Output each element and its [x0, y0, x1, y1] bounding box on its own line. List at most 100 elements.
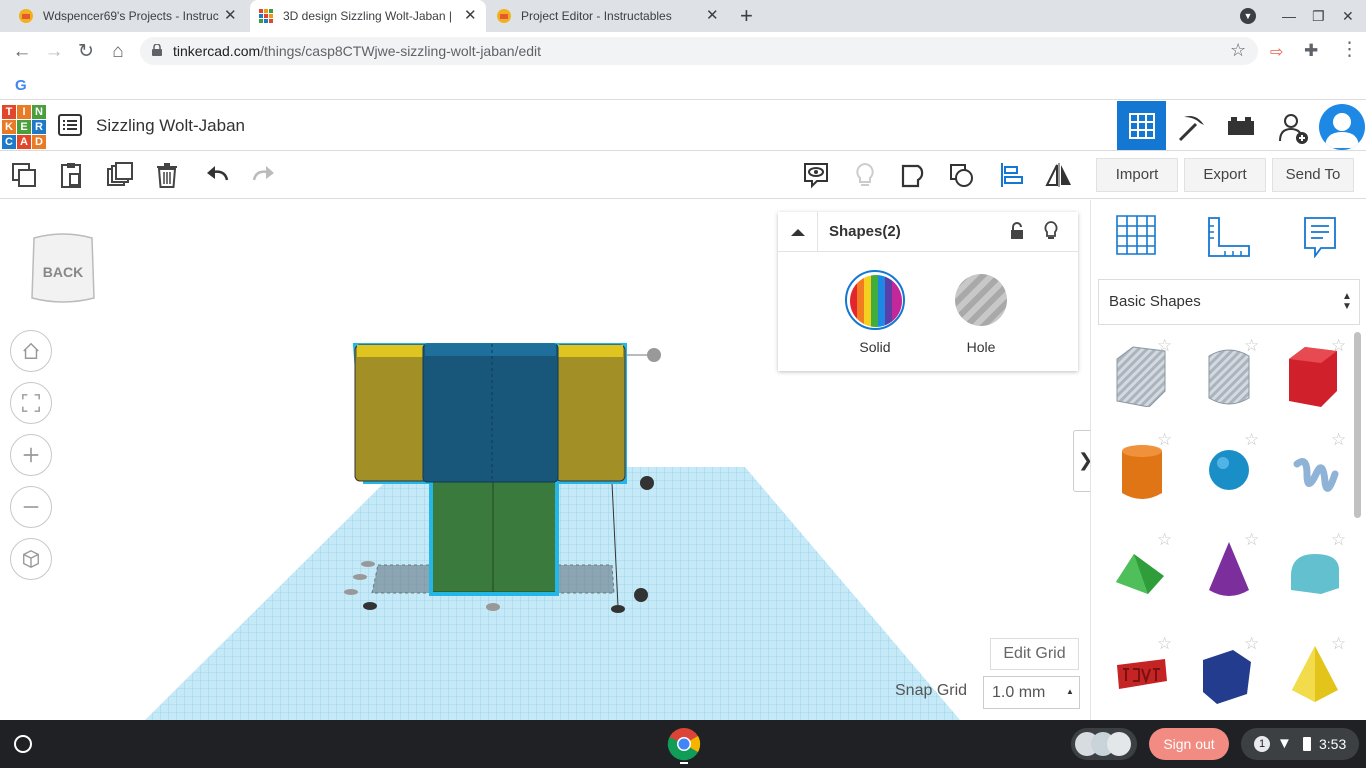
shape-item-text[interactable] — [1115, 657, 1169, 691]
close-tab-icon[interactable]: ✕ — [464, 0, 477, 32]
favorite-star-icon[interactable]: ☆ — [1244, 530, 1259, 550]
restore-icon[interactable]: ❐ — [1312, 8, 1325, 24]
height-handle[interactable] — [640, 476, 654, 490]
yellow-arm-left[interactable] — [354, 344, 434, 482]
shape-library-select[interactable]: Basic Shapes ▲ ▼ — [1098, 279, 1360, 325]
pickaxe-icon[interactable] — [1176, 111, 1208, 143]
view-3d-button[interactable] — [1117, 101, 1166, 150]
import-button[interactable]: Import — [1096, 158, 1178, 192]
export-button[interactable]: Export — [1184, 158, 1266, 192]
send-to-button[interactable]: Send To — [1272, 158, 1354, 192]
yellow-arm-right[interactable] — [555, 344, 626, 482]
ruler-icon[interactable] — [1207, 216, 1251, 258]
side-handle[interactable] — [361, 561, 375, 567]
notes-comment-icon[interactable] — [800, 159, 832, 191]
user-avatar[interactable] — [1319, 104, 1365, 150]
undo-icon[interactable] — [201, 159, 233, 191]
address-bar[interactable]: tinkercad.com/things/casp8CTWjwe-sizzlin… — [140, 37, 1258, 65]
menu-dots-icon[interactable]: ⋮ — [1340, 38, 1359, 61]
home-icon[interactable]: ⌂ — [107, 41, 129, 63]
new-tab-button[interactable]: + — [740, 4, 753, 28]
home-view-button[interactable] — [10, 330, 52, 372]
fit-view-button[interactable] — [10, 382, 52, 424]
edit-grid-button[interactable]: Edit Grid — [990, 638, 1079, 670]
corner-handle[interactable] — [363, 602, 377, 610]
tab-project-editor[interactable]: Project Editor - Instructables ✕ — [496, 0, 728, 32]
sign-out-button[interactable]: Sign out — [1149, 728, 1229, 760]
bookmark-star-icon[interactable]: ☆ — [1230, 40, 1246, 61]
tab-projects[interactable]: Wdspencer69's Projects - Instruc ✕ — [18, 0, 250, 32]
google-bookmark-icon[interactable]: G — [15, 77, 27, 94]
minimize-icon[interactable]: — — [1282, 8, 1296, 24]
shape-item-scribble[interactable] — [1293, 454, 1339, 500]
favorite-star-icon[interactable]: ☆ — [1244, 430, 1259, 450]
green-leg-left[interactable] — [430, 477, 496, 593]
hole-button[interactable] — [955, 274, 1007, 326]
delete-icon[interactable] — [151, 159, 183, 191]
status-tray[interactable]: 1 ▼ 3:53 — [1241, 728, 1359, 760]
rotate-handle[interactable] — [647, 348, 661, 362]
workplane-icon[interactable] — [1115, 214, 1157, 258]
extensions-puzzle-icon[interactable]: ✚ — [1304, 41, 1318, 61]
unlock-icon[interactable] — [1010, 222, 1024, 240]
favorite-star-icon[interactable]: ☆ — [1331, 430, 1346, 450]
launcher-icon[interactable] — [14, 735, 32, 753]
shape-item-box-blue[interactable] — [1201, 648, 1253, 704]
duplicate-icon[interactable] — [104, 159, 136, 191]
tab-3d-design[interactable]: 3D design Sizzling Wolt-Jaban | ✕ — [250, 0, 486, 32]
bricks-icon[interactable] — [1226, 115, 1256, 139]
design-title[interactable]: Sizzling Wolt-Jaban — [96, 116, 245, 136]
notes-icon[interactable] — [1303, 216, 1337, 259]
extension-icon[interactable]: ⇨ — [1270, 42, 1283, 62]
design-list-icon[interactable] — [58, 114, 82, 136]
collapse-up-icon[interactable] — [790, 224, 806, 236]
tab-search-icon[interactable]: ▼ — [1240, 8, 1256, 24]
back-arrow-icon[interactable]: ← — [11, 41, 33, 63]
copy-icon[interactable] — [8, 159, 40, 191]
favorite-star-icon[interactable]: ☆ — [1157, 530, 1172, 550]
shape-item-roof[interactable] — [1114, 550, 1166, 596]
redo-icon[interactable] — [248, 159, 280, 191]
reload-icon[interactable]: ↻ — [75, 41, 97, 63]
favorite-star-icon[interactable]: ☆ — [1244, 634, 1259, 654]
tinkercad-logo[interactable]: T I N K E R C A D — [2, 105, 46, 149]
view-cube[interactable]: BACK — [30, 232, 96, 304]
shape-item-sphere[interactable] — [1208, 449, 1250, 491]
panel-toggle-button[interactable]: ❯ — [1073, 430, 1090, 492]
snap-grid-select[interactable]: 1.0 mm ▲ — [983, 676, 1080, 709]
holding-space-tray[interactable] — [1071, 728, 1137, 760]
favorite-star-icon[interactable]: ☆ — [1157, 336, 1172, 356]
close-tab-icon[interactable]: ✕ — [224, 0, 237, 32]
shape-item-round-roof[interactable] — [1289, 552, 1341, 596]
lightbulb-icon[interactable] — [849, 159, 881, 191]
favorite-star-icon[interactable]: ☆ — [1331, 530, 1346, 550]
shape-item-cylinder-hole[interactable] — [1207, 348, 1251, 406]
favorite-star-icon[interactable]: ☆ — [1331, 336, 1346, 356]
ortho-view-button[interactable] — [10, 538, 52, 580]
green-leg-right[interactable] — [492, 477, 558, 593]
corner-handle[interactable] — [611, 605, 625, 613]
forward-arrow-icon[interactable]: → — [43, 41, 65, 63]
side-handle[interactable] — [486, 603, 500, 611]
align-icon[interactable] — [995, 159, 1027, 191]
ungroup-icon[interactable] — [946, 159, 978, 191]
favorite-star-icon[interactable]: ☆ — [1331, 634, 1346, 654]
close-tab-icon[interactable]: ✕ — [706, 0, 719, 32]
favorite-star-icon[interactable]: ☆ — [1157, 634, 1172, 654]
corner-handle[interactable] — [634, 588, 648, 602]
favorite-star-icon[interactable]: ☆ — [1157, 430, 1172, 450]
group-icon[interactable] — [898, 159, 930, 191]
mirror-icon[interactable] — [1043, 159, 1075, 191]
chrome-icon[interactable] — [667, 727, 701, 761]
solid-color-button[interactable] — [845, 270, 905, 330]
side-handle[interactable] — [353, 574, 367, 580]
side-handle[interactable] — [344, 589, 358, 595]
paste-icon[interactable] — [55, 159, 87, 191]
blue-torso[interactable] — [422, 343, 559, 483]
lightbulb-icon[interactable] — [1044, 221, 1058, 241]
zoom-out-button[interactable] — [10, 486, 52, 528]
scrollbar[interactable] — [1354, 332, 1361, 518]
zoom-in-button[interactable] — [10, 434, 52, 476]
close-window-icon[interactable]: ✕ — [1342, 8, 1354, 24]
add-user-icon[interactable] — [1278, 111, 1310, 145]
